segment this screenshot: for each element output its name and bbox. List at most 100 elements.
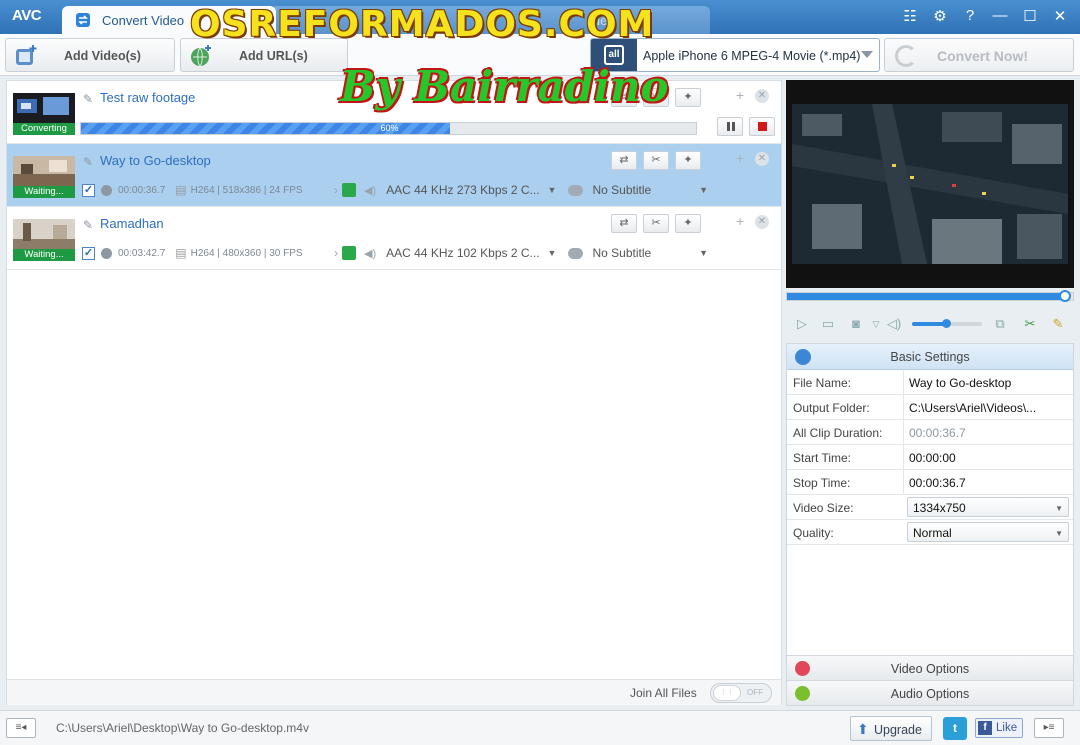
subtitle-bubble-icon	[568, 184, 584, 196]
status-badge: Waiting...	[13, 186, 75, 198]
copy-frame-icon[interactable]: ⧉	[992, 316, 1008, 332]
remove-item-icon[interactable]: ✕	[755, 215, 769, 229]
snapshot-camera-icon[interactable]: ◙	[848, 316, 864, 332]
settings-gear-icon[interactable]: ⚙	[930, 7, 950, 25]
convert-tab-icon	[76, 13, 90, 27]
list-item[interactable]: Waiting... ✎ Ramadhan ⇄ ✂ ✦ + ✕ ✓ 00:03:…	[7, 207, 781, 270]
video-size-select[interactable]: 1334x750 ▼	[907, 497, 1069, 517]
rotate-icon[interactable]: ⇄	[611, 214, 637, 233]
clip-duration-value: 00:00:36.7	[903, 420, 1073, 444]
scissors-icon[interactable]: ✂	[1022, 316, 1038, 332]
add-plus-icon[interactable]: +	[736, 150, 744, 166]
expand-arrow-icon[interactable]: ›	[334, 246, 338, 260]
player-controls: ▷ ▭ ◙ ▽ ◁) ⧉ ✂ ✎	[786, 310, 1074, 338]
thumbnail-image	[13, 219, 75, 249]
subtitle-select[interactable]: No Subtitle	[592, 183, 651, 197]
audio-dropdown-arrow-icon[interactable]: ▼	[548, 185, 557, 195]
convert-now-button[interactable]: Convert Now!	[884, 38, 1074, 72]
add-plus-icon[interactable]: +	[736, 213, 744, 229]
collapse-right-button[interactable]: ▸≡	[1034, 718, 1064, 738]
close-button[interactable]: ✕	[1050, 7, 1070, 25]
remove-item-icon[interactable]: ✕	[755, 152, 769, 166]
facebook-like-button[interactable]: f Like	[975, 718, 1023, 738]
clock-icon	[101, 184, 112, 196]
setting-quality: Quality: Normal ▼	[787, 520, 1073, 545]
expand-arrow-icon[interactable]: ›	[334, 183, 338, 197]
seek-knob[interactable]	[1059, 290, 1071, 302]
seek-fill	[787, 293, 1062, 300]
file-name[interactable]: Test raw footage	[100, 90, 195, 105]
watermark-author: By Bairradino	[340, 62, 669, 111]
video-meta: ✓ 00:00:36.7 ▤ H264 | 518x386 | 24 FPS	[82, 182, 325, 198]
magic-wand-icon[interactable]: ✦	[675, 151, 701, 170]
setting-video-size: Video Size: 1334x750 ▼	[787, 495, 1073, 520]
add-plus-icon[interactable]: +	[736, 87, 744, 103]
list-item[interactable]: Waiting... ✎ Way to Go-desktop ⇄ ✂ ✦ + ✕…	[7, 144, 781, 207]
status-badge: Converting	[13, 123, 75, 135]
magic-wand-icon[interactable]: ✦	[675, 214, 701, 233]
subtitle-select[interactable]: No Subtitle	[592, 246, 651, 260]
stop-time-field[interactable]: 00:00:36.7	[903, 470, 1073, 494]
join-all-files-label: Join All Files	[630, 686, 697, 700]
basic-settings-header[interactable]: Basic Settings	[787, 344, 1073, 370]
help-icon[interactable]: ?	[960, 7, 980, 25]
include-checkbox[interactable]: ✓	[82, 183, 95, 197]
file-list: Converting ✎ Test raw footage ⇄ ✂ ✦ + ✕ …	[6, 80, 782, 705]
stop-button[interactable]	[749, 117, 775, 136]
output-folder-field[interactable]: C:\Users\Ariel\Videos\...	[903, 395, 1073, 419]
rotate-icon[interactable]: ⇄	[611, 151, 637, 170]
maximize-button[interactable]: ☐	[1020, 7, 1040, 25]
audio-options-bar[interactable]: Audio Options	[787, 680, 1073, 705]
subtitle-dropdown-arrow-icon[interactable]: ▼	[699, 248, 708, 258]
rename-pencil-icon[interactable]: ✎	[83, 218, 95, 232]
video-meta: ✓ 00:03:42.7 ▤ H264 | 480x360 | 30 FPS	[82, 245, 325, 261]
audio-track-select[interactable]: AAC 44 KHz 273 Kbps 2 C...	[386, 183, 539, 197]
preview-frame-image	[792, 104, 1068, 264]
scissors-icon[interactable]: ✂	[643, 151, 669, 170]
file-name-field[interactable]: Way to Go-desktop	[903, 370, 1073, 394]
add-video-button[interactable]: Add Video(s)	[5, 38, 175, 72]
collapse-left-button[interactable]: ≡◂	[6, 718, 36, 738]
remove-item-icon[interactable]: ✕	[755, 89, 769, 103]
video-options-bar[interactable]: Video Options	[787, 655, 1073, 680]
video-preview[interactable]	[786, 80, 1074, 288]
video-info: H264 | 518x386 | 24 FPS	[190, 184, 303, 196]
file-name[interactable]: Way to Go-desktop	[100, 153, 211, 168]
chevron-down-icon: ▼	[1055, 504, 1063, 513]
globe-add-icon	[191, 45, 211, 67]
volume-knob[interactable]	[942, 319, 951, 328]
audio-dropdown-arrow-icon[interactable]: ▼	[548, 248, 557, 258]
start-time-field[interactable]: 00:00:00	[903, 445, 1073, 469]
audio-track-select[interactable]: AAC 44 KHz 102 Kbps 2 C...	[386, 246, 539, 260]
subtitle-dropdown-arrow-icon[interactable]: ▼	[699, 185, 708, 195]
file-name[interactable]: Ramadhan	[100, 216, 164, 231]
duration: 00:03:42.7	[118, 247, 166, 259]
volume-icon[interactable]: ◁)	[886, 316, 902, 332]
include-checkbox[interactable]: ✓	[82, 246, 95, 260]
pause-button[interactable]	[717, 117, 743, 136]
phone-icon	[342, 183, 356, 197]
volume-slider[interactable]	[912, 319, 982, 328]
volume-fill	[912, 322, 946, 326]
play-icon[interactable]: ▷	[794, 316, 810, 332]
tab-convert-label: Convert Video	[102, 13, 185, 28]
duration: 00:00:36.7	[118, 184, 166, 196]
stop-preview-icon[interactable]: ▭	[820, 316, 836, 332]
rename-pencil-icon[interactable]: ✎	[83, 92, 95, 106]
status-badge: Waiting...	[13, 249, 75, 261]
film-add-icon	[16, 45, 37, 65]
seek-bar[interactable]	[786, 290, 1074, 302]
video-info: H264 | 480x360 | 30 FPS	[190, 247, 303, 259]
scissors-icon[interactable]: ✂	[643, 214, 669, 233]
item-tools: ⇄ ✂ ✦	[611, 214, 701, 233]
magic-wand-icon[interactable]: ✦	[675, 88, 701, 107]
snapshot-dropdown-icon[interactable]: ▽	[868, 316, 884, 332]
join-toggle[interactable]: ⋮⋮ OFF	[710, 683, 772, 703]
minimize-button[interactable]: —	[990, 7, 1010, 25]
twitter-icon[interactable]: t	[943, 717, 967, 740]
quality-select[interactable]: Normal ▼	[907, 522, 1069, 542]
skin-icon[interactable]: ☷	[900, 7, 920, 25]
magic-wand-icon[interactable]: ✎	[1050, 316, 1066, 332]
upgrade-button[interactable]: ⬆ Upgrade	[850, 716, 932, 741]
rename-pencil-icon[interactable]: ✎	[83, 155, 95, 169]
